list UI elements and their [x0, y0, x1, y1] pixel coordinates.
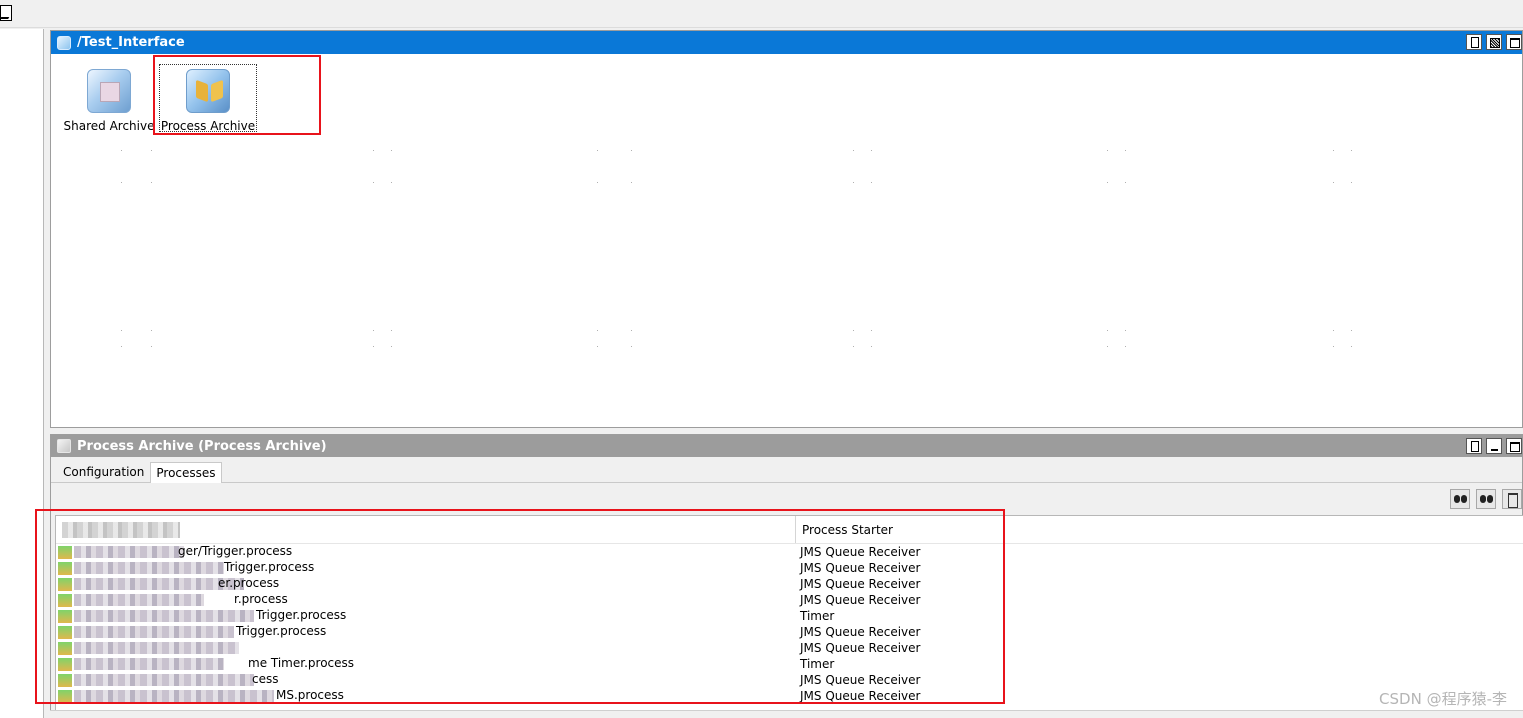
grid-dot [853, 330, 854, 331]
new-document-icon[interactable] [1466, 34, 1482, 50]
grid-dot [1107, 346, 1108, 347]
grid-dot [631, 150, 632, 151]
properties-panel-window-buttons [1466, 438, 1522, 454]
grid-dot [391, 182, 392, 183]
find-next-icon[interactable] [1476, 489, 1496, 509]
grid-dot [1107, 150, 1108, 151]
grid-dot [121, 150, 122, 151]
app-window: /Test_Interface Shared Archive Process A… [0, 0, 1523, 718]
grid-dot [1333, 346, 1334, 347]
grid-dot [151, 150, 152, 151]
grid-dot [853, 150, 854, 151]
design-panel-titlebar: /Test_Interface [51, 31, 1522, 54]
grid-dot [853, 346, 854, 347]
grid-dot [631, 182, 632, 183]
properties-panel-titlebar: Process Archive (Process Archive) [51, 435, 1522, 457]
grid-dot [871, 182, 872, 183]
grid-dot [597, 182, 598, 183]
grid-dot [1125, 150, 1126, 151]
grid-dot [391, 330, 392, 331]
pencil-icon[interactable] [0, 5, 12, 21]
grid-dot [1351, 330, 1352, 331]
grid-dot [1333, 182, 1334, 183]
grid-dot [597, 150, 598, 151]
tab-processes[interactable]: Processes [150, 462, 222, 483]
grid-dot [373, 182, 374, 183]
grid-dot [121, 346, 122, 347]
grid-dot [1125, 330, 1126, 331]
grid-dot [1125, 182, 1126, 183]
grid-dot [631, 346, 632, 347]
grid-dot [631, 330, 632, 331]
properties-panel-title: Process Archive (Process Archive) [77, 438, 327, 454]
shield-icon [57, 35, 71, 50]
design-panel-window-buttons [1466, 34, 1522, 50]
top-toolbar [0, 0, 1523, 28]
process-archive-icon [57, 439, 71, 453]
grid-dot [1333, 150, 1334, 151]
grid-dot [121, 182, 122, 183]
grid-dot [853, 182, 854, 183]
watermark: CSDN @程序猿-李 [1379, 690, 1507, 708]
find-icon[interactable] [1450, 489, 1470, 509]
grid-dot [871, 150, 872, 151]
grid-dot [373, 330, 374, 331]
grid-dot [1107, 330, 1108, 331]
design-canvas[interactable]: Shared Archive Process Archive [51, 54, 1522, 426]
maximize-icon[interactable] [1506, 34, 1522, 50]
grid-dot [871, 346, 872, 347]
highlight-box-table [35, 509, 1005, 704]
shared-archive-icon [87, 69, 131, 113]
new-document-icon[interactable] [1466, 438, 1482, 454]
grid-dot [151, 182, 152, 183]
grid-dot [597, 330, 598, 331]
delete-icon[interactable] [1502, 489, 1522, 509]
minimize-icon[interactable] [1486, 438, 1502, 454]
design-panel-title: /Test_Interface [77, 35, 185, 50]
grid-dot [391, 150, 392, 151]
highlight-box-resource [153, 55, 321, 135]
grid-dot [151, 346, 152, 347]
grid-dot [1351, 346, 1352, 347]
grid-dot [1333, 330, 1334, 331]
resource-shared-archive[interactable]: Shared Archive [61, 69, 157, 133]
grid-dot [373, 150, 374, 151]
grid-dot [151, 330, 152, 331]
grid-dot [871, 330, 872, 331]
grid-dot [373, 346, 374, 347]
restore-icon[interactable] [1486, 34, 1502, 50]
grid-dot [1351, 182, 1352, 183]
grid-dot [121, 330, 122, 331]
grid-dot [1125, 346, 1126, 347]
grid-dot [391, 346, 392, 347]
grid-dot [597, 346, 598, 347]
properties-tabs: Configuration Processes [51, 457, 1522, 483]
maximize-icon[interactable] [1506, 438, 1522, 454]
design-panel: /Test_Interface Shared Archive Process A… [50, 30, 1523, 428]
grid-dot [1107, 182, 1108, 183]
grid-dot [1351, 150, 1352, 151]
status-bar [50, 710, 1523, 718]
tab-configuration[interactable]: Configuration [57, 461, 150, 482]
resource-label: Shared Archive [63, 119, 155, 133]
table-tools [1450, 489, 1522, 509]
